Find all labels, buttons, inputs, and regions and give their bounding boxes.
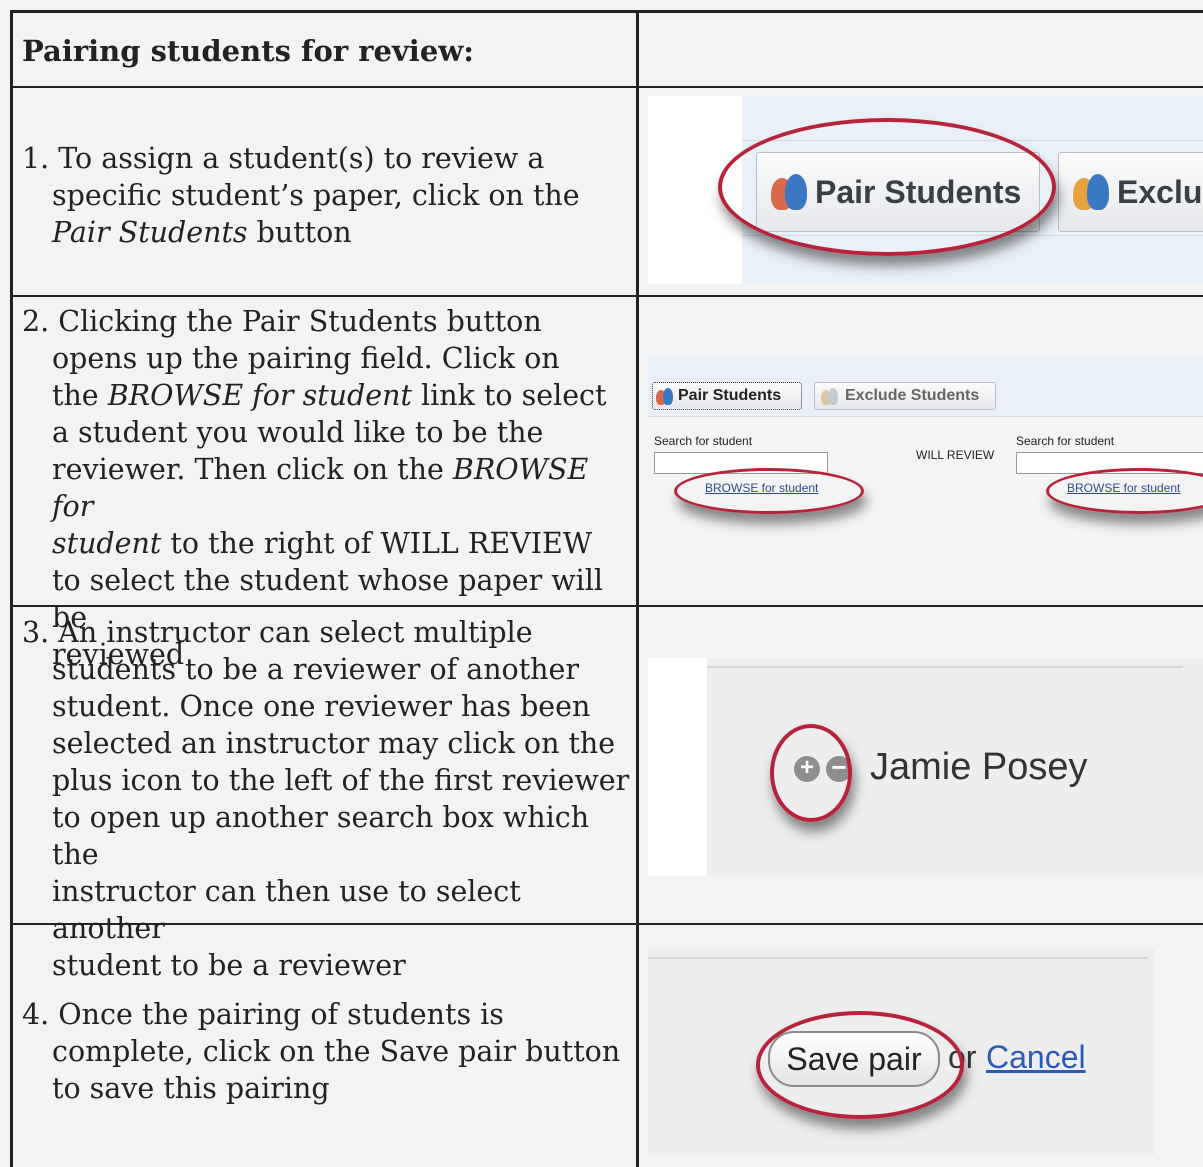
step-3-line-8: student to be a reviewer <box>52 949 406 982</box>
step-3-line-7: instructor can then use to select anothe… <box>52 875 521 945</box>
step-1-line-1: 1. To assign a student(s) to review a <box>22 142 545 175</box>
highlight-ellipse <box>756 1011 964 1119</box>
step-2-line-3: the BROWSE for student link to select <box>52 379 607 412</box>
add-reviewer-screenshot: + − Jamie Posey <box>648 658 1203 876</box>
highlight-ellipse <box>1046 468 1203 514</box>
student-name: Jamie Posey <box>870 746 1088 788</box>
step-3-line-2: students to be a reviewer of another <box>52 653 580 686</box>
step-1-text: 1. To assign a student(s) to review a sp… <box>22 140 632 251</box>
people-icon <box>1073 172 1111 212</box>
column-divider <box>636 10 639 1167</box>
step-3-line-5: plus icon to the left of the first revie… <box>52 764 630 797</box>
pairing-field-screenshot: Pair Students Exclude Students Search fo… <box>648 358 1203 556</box>
step-3-line-4: selected an instructor may click on the <box>52 727 616 760</box>
step-2-line-5: reviewer. Then click on the BROWSE for <box>52 453 589 523</box>
section-title: Pairing students for review: <box>22 34 474 68</box>
search-label-left: Search for student <box>654 434 753 448</box>
step-1-line-2: specific student’s paper, click on the <box>52 179 580 212</box>
row-divider <box>10 86 1203 88</box>
will-review-label: WILL REVIEW <box>916 448 995 462</box>
people-icon <box>821 387 839 405</box>
exclude-students-button[interactable]: Exclu <box>1058 152 1203 232</box>
table-border-left <box>10 10 13 1167</box>
step-2-line-2: opens up the pairing field. Click on <box>52 342 560 375</box>
step-2-line-6: student to the right of WILL REVIEW <box>52 527 593 560</box>
step-2-line-1: 2. Clicking the Pair Students button <box>22 305 542 338</box>
table-border-top <box>10 10 1203 13</box>
step-3-line-3: student. Once one reviewer has been <box>52 690 591 723</box>
exclude-students-label: Exclu <box>1117 173 1203 210</box>
highlight-ellipse <box>770 724 852 822</box>
cancel-link[interactable]: Cancel <box>986 1039 1086 1076</box>
step-4-line-3: to save this pairing <box>52 1072 330 1105</box>
highlight-ellipse <box>674 468 864 514</box>
row-divider <box>10 295 1203 297</box>
people-icon <box>656 387 674 405</box>
step-2-line-4: a student you would like to be the <box>52 416 544 449</box>
exclude-students-button[interactable]: Exclude Students <box>814 382 996 410</box>
pair-students-screenshot: Pair Students Exclu <box>648 96 1203 284</box>
step-3-text: 3. An instructor can select multiple stu… <box>22 614 632 984</box>
step-3-line-1: 3. An instructor can select multiple <box>22 616 533 649</box>
exclude-students-label: Exclude Students <box>845 387 980 404</box>
pair-students-button[interactable]: Pair Students <box>652 382 802 410</box>
search-label-right: Search for student <box>1016 434 1115 448</box>
step-1-line-3: Pair Students button <box>52 216 352 249</box>
save-pair-screenshot: Save pair or Cancel <box>648 947 1155 1155</box>
step-3-line-6: to open up another search box which the <box>52 801 590 871</box>
pair-students-label: Pair Students <box>678 387 782 404</box>
step-4-line-2: complete, click on the Save pair button <box>52 1035 621 1068</box>
highlight-ellipse <box>718 118 1056 256</box>
step-4-line-1: 4. Once the pairing of students is <box>22 998 504 1031</box>
step-4-text: 4. Once the pairing of students is compl… <box>22 996 632 1107</box>
